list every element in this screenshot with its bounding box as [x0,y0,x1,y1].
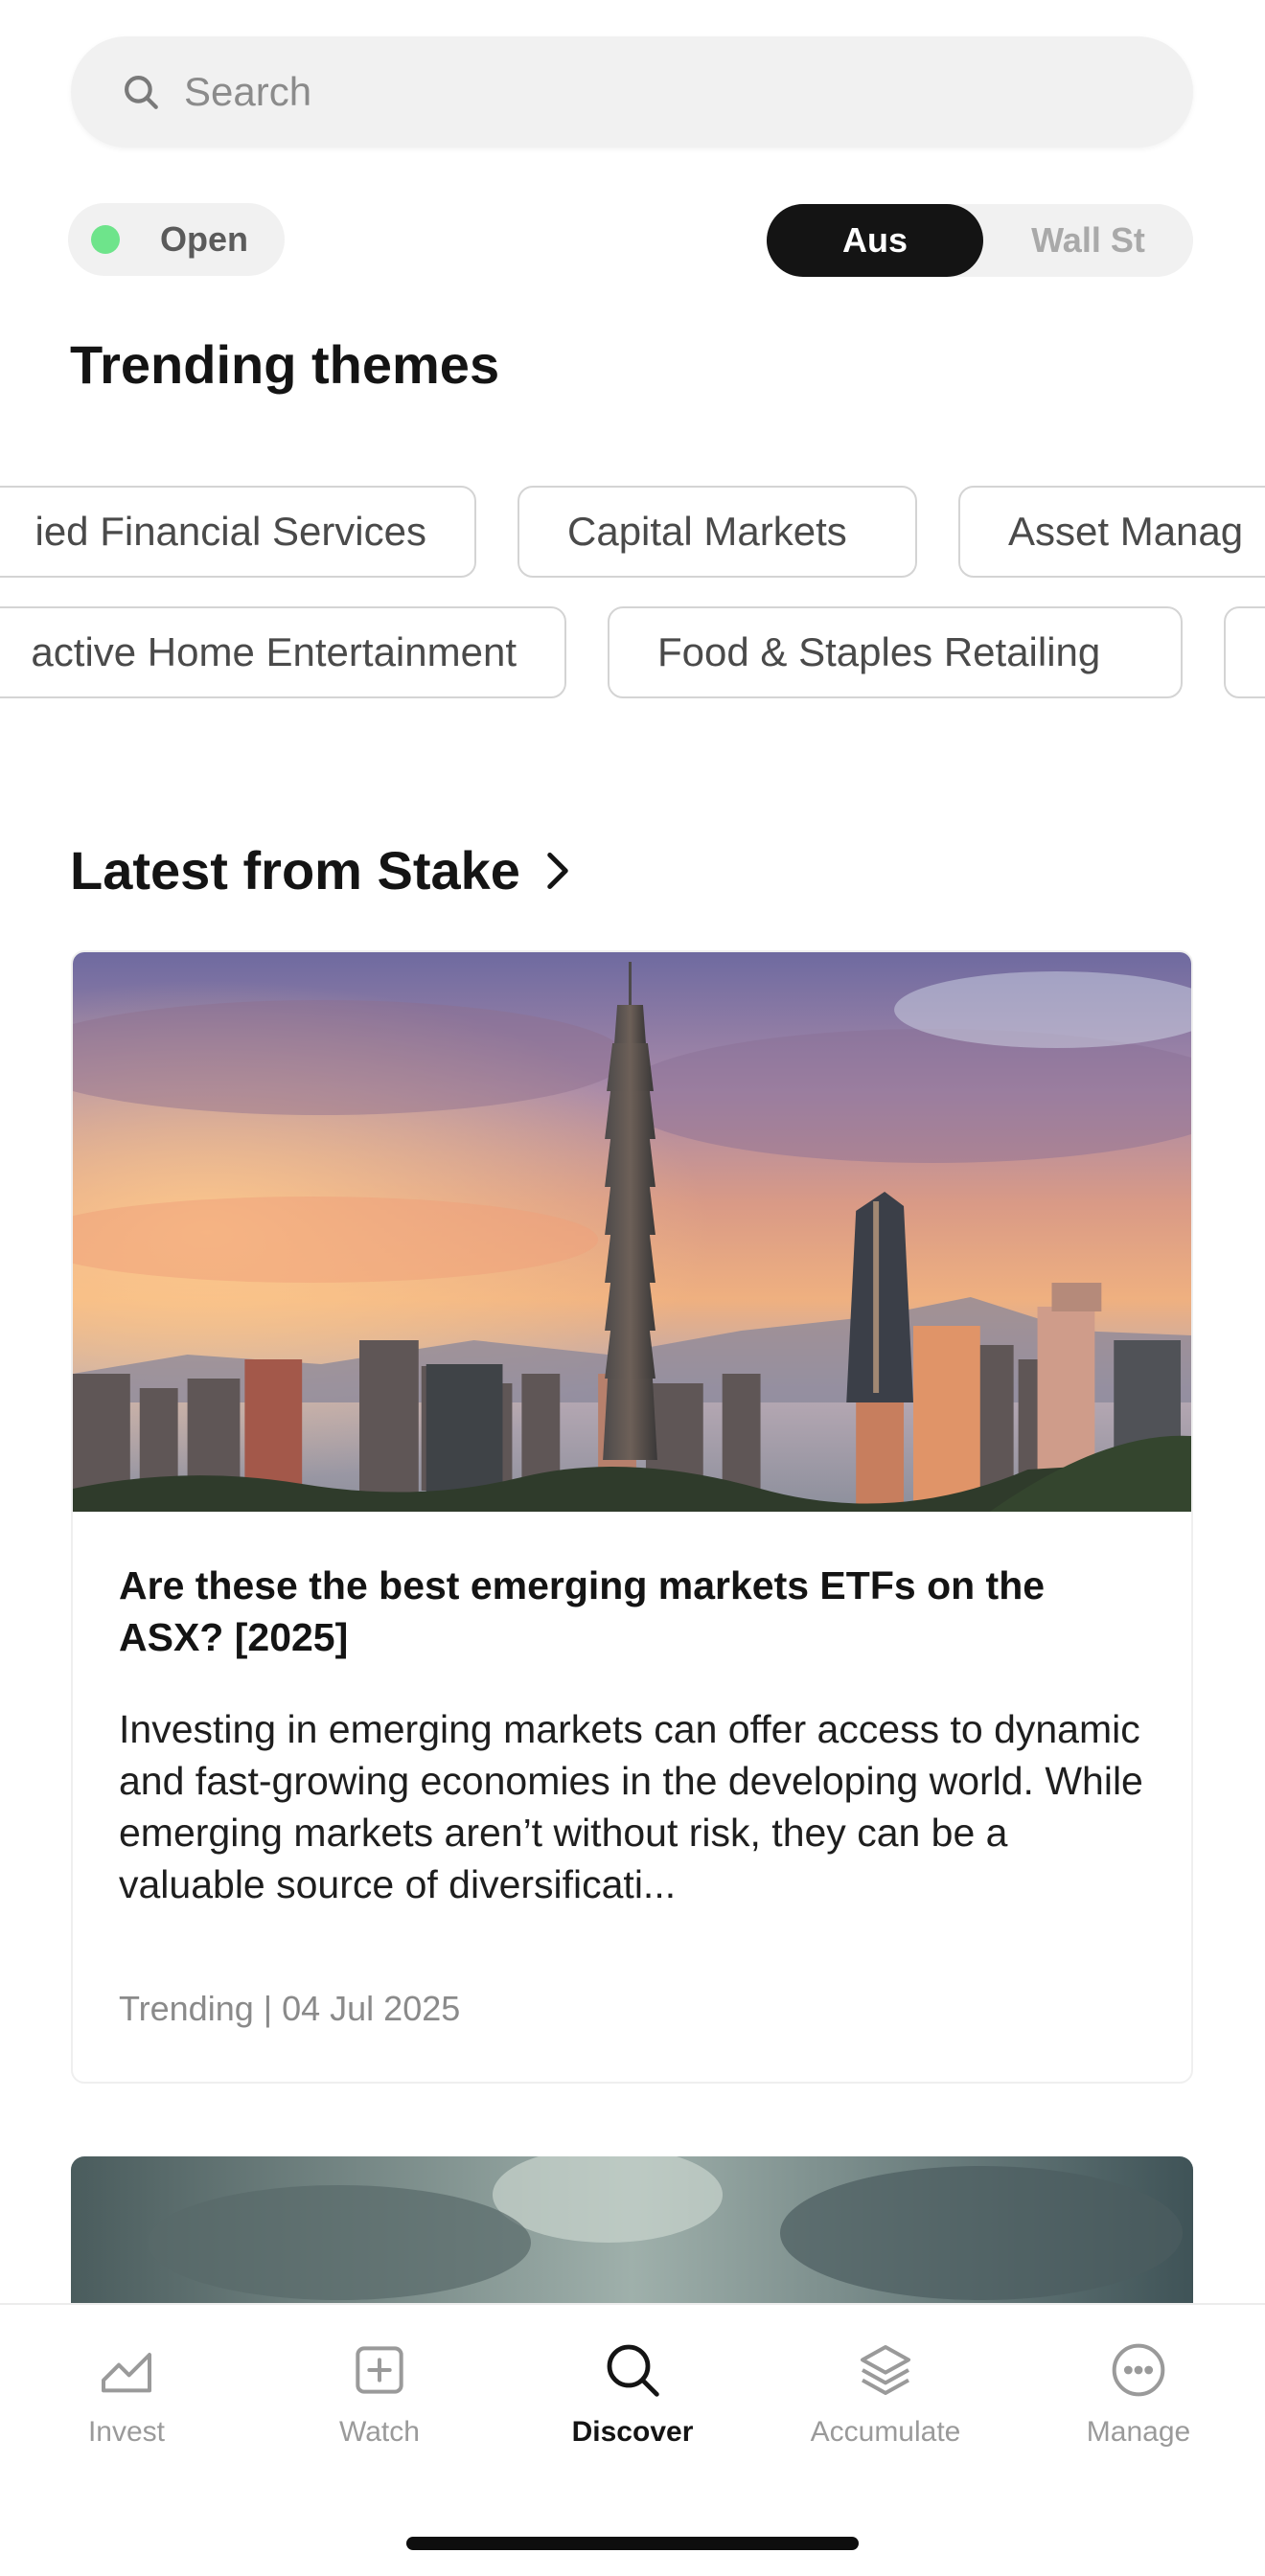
nav-label: Accumulate [810,2416,961,2448]
theme-chip-row-1: ied Financial Services Capital Markets A… [0,486,1265,578]
theme-chip[interactable]: Food & Staples Retailing [608,606,1183,698]
nav-watch[interactable]: Watch [253,2339,506,2449]
nav-label: Invest [87,2416,166,2448]
exchange-toggle[interactable]: Aus Wall St [767,204,1193,277]
exchange-option-wall-st[interactable]: Wall St [983,204,1193,277]
nav-accumulate[interactable]: Accumulate [759,2339,1012,2449]
nav-label: Discover [571,2416,694,2448]
home-indicator[interactable] [406,2537,859,2550]
article-meta: Trending | 04 Jul 2025 [119,1989,461,2028]
latest-from-stake-link[interactable]: Latest from Stake [70,839,574,901]
search-icon [125,76,158,109]
search-input[interactable]: Search [184,69,311,115]
search-bar[interactable]: Search [71,36,1193,148]
market-status-pill[interactable]: Open [68,203,285,276]
market-status-label: Open [160,219,249,259]
chart-icon [102,2353,151,2393]
exchange-option-aus[interactable]: Aus [767,204,983,277]
nav-discover[interactable]: Discover [506,2339,759,2449]
article-card[interactable]: Are these the best emerging markets ETFs… [71,950,1193,2084]
more-circle-icon [1112,2343,1165,2397]
trending-themes-heading: Trending themes [70,334,500,395]
discover-screen: Search Open Aus Wall St Trending themes … [0,0,1265,2576]
theme-chip[interactable]: ied Financial Services [0,486,476,578]
article-title: Are these the best emerging markets ETFs… [119,1563,1046,1659]
article-image-clouds [71,2156,1193,2310]
latest-heading: Latest from Stake [70,840,520,900]
article-excerpt: Investing in emerging markets can offer … [119,1707,1143,1906]
nav-label: Manage [1086,2416,1191,2448]
theme-chip[interactable] [1224,606,1265,698]
search-icon [607,2344,659,2397]
nav-manage[interactable]: Manage [1012,2339,1265,2449]
article-card-next[interactable] [71,2156,1193,2310]
chevron-right-icon [547,852,568,889]
theme-chip[interactable]: active Home Entertainment [0,606,566,698]
bottom-nav: Invest Watch Discover Accumulate Manage [0,2303,1265,2576]
theme-chip[interactable]: Capital Markets [518,486,917,578]
add-square-icon [356,2346,403,2394]
nav-label: Watch [339,2416,420,2448]
article-image-city-skyline [73,952,1191,1512]
nav-invest[interactable]: Invest [0,2339,253,2449]
theme-chip-row-2: active Home Entertainment Food & Staples… [0,606,1265,698]
theme-chip[interactable]: Asset Manag [958,486,1265,578]
status-dot-icon [91,225,120,254]
layers-icon [861,2345,910,2395]
